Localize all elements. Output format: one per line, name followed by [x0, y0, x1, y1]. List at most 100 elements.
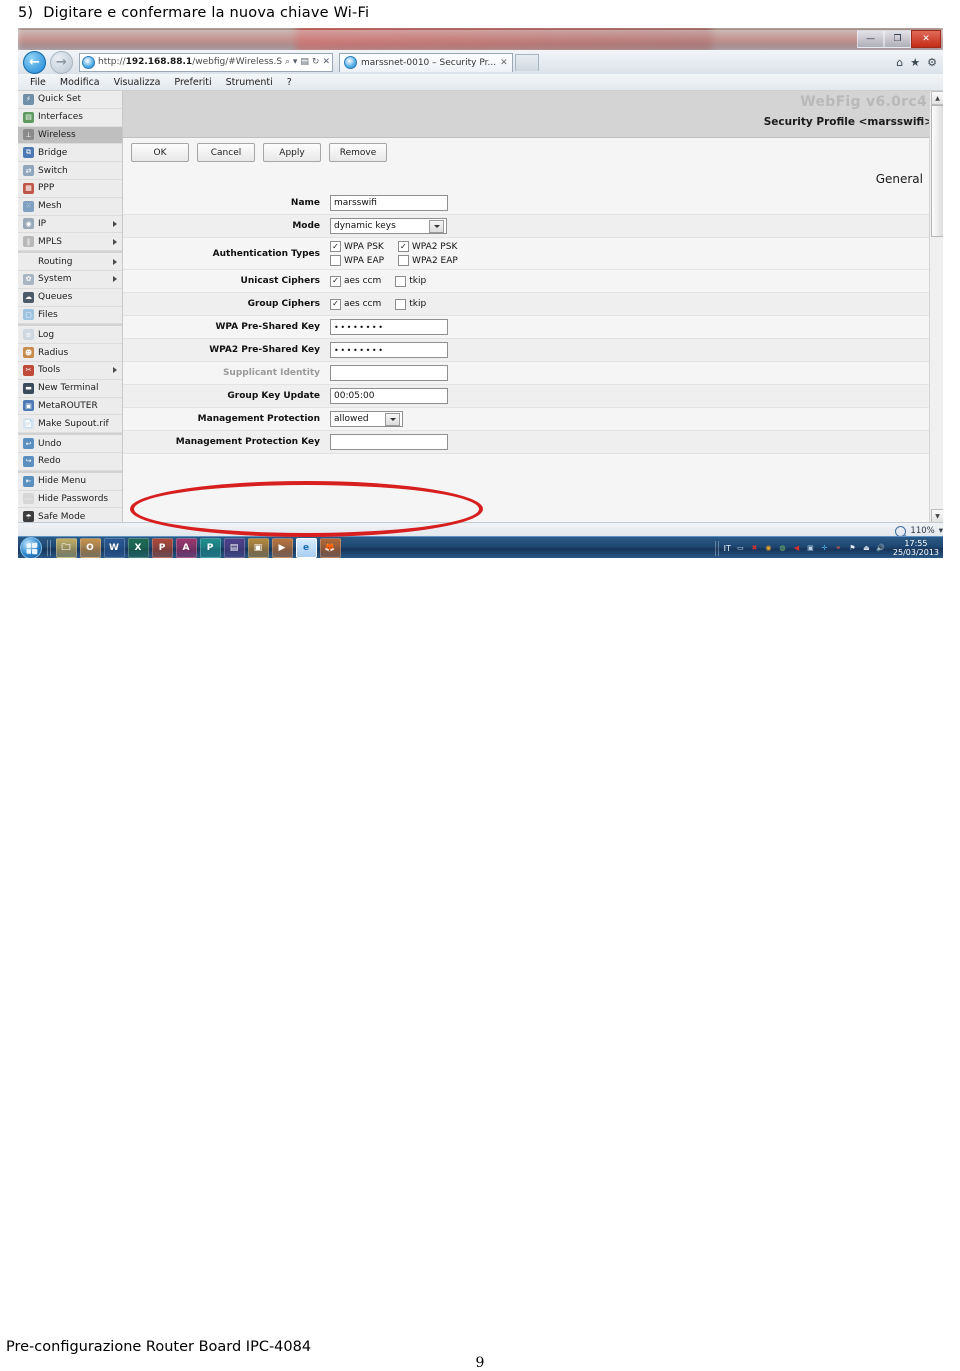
mode-select[interactable]: dynamic keys — [330, 218, 447, 234]
usb-tray-icon[interactable]: ⚭ — [833, 543, 844, 554]
publisher-taskbar-icon[interactable]: P — [199, 538, 221, 558]
maximize-button[interactable]: ❐ — [884, 30, 911, 48]
checkbox-icon[interactable]: ✓ — [330, 241, 341, 252]
checkbox-icon[interactable] — [395, 275, 407, 287]
powerpoint-taskbar-icon[interactable]: P — [151, 538, 173, 558]
menu-item-help[interactable]: ? — [287, 77, 292, 88]
sidebar-item-wireless[interactable]: ⊥ Wireless — [18, 126, 122, 145]
checkbox-group-aes-ccm[interactable]: ✓ aes ccm — [330, 298, 381, 310]
sidebar-item-mesh[interactable]: ⁙ Mesh — [18, 198, 122, 216]
refresh-icon[interactable]: ↻ — [312, 57, 320, 67]
sidebar-item-metarouter[interactable]: ▣ MetaROUTER — [18, 398, 122, 416]
checkbox-unicast-aes-ccm[interactable]: ✓ aes ccm — [330, 275, 381, 287]
winzip-taskbar-icon[interactable]: ▣ — [247, 538, 269, 558]
network-tray-icon[interactable]: ▭ — [735, 543, 746, 554]
chevron-right-icon[interactable] — [113, 238, 117, 245]
sidebar-item-queues[interactable]: ☁ Queues — [18, 289, 122, 307]
zoom-chevron-down-icon[interactable]: ▾ — [939, 526, 943, 536]
sidebar-item-quick-set[interactable]: ⚡ Quick Set — [18, 91, 122, 109]
zoom-level[interactable]: 110% — [910, 526, 934, 536]
checkbox-icon[interactable]: ✓ — [397, 241, 409, 252]
sidebar-item-system[interactable]: ✿ System — [18, 271, 122, 289]
tab-general[interactable]: General — [876, 172, 923, 186]
explorer-taskbar-icon[interactable]: 🗀 — [55, 538, 77, 558]
sidebar-item-files[interactable]: ▢ Files — [18, 307, 122, 325]
language-indicator[interactable]: IT — [724, 544, 731, 553]
sidebar-item-new-terminal[interactable]: ▬ New Terminal — [18, 380, 122, 398]
checkbox-wpa-psk[interactable]: ✓ WPA PSK — [330, 241, 384, 252]
browser-tab[interactable]: marssnet-0010 – Security Pr... ✕ — [339, 52, 513, 72]
sidebar-item-redo[interactable]: ↪ Redo — [18, 453, 122, 471]
sidebar-item-undo[interactable]: ↩ Undo — [18, 433, 122, 453]
name-input[interactable]: marsswifi — [330, 195, 448, 211]
page-scrollbar[interactable]: ▲ ▼ — [929, 91, 943, 523]
chevron-down-icon[interactable]: ▾ — [293, 57, 298, 67]
gear-icon[interactable]: ⚙ — [927, 56, 937, 69]
minimize-button[interactable]: — — [857, 30, 884, 48]
sidebar-item-radius[interactable]: ☻ Radius — [18, 344, 122, 362]
checkbox-icon[interactable]: ✓ — [330, 298, 341, 310]
group-key-update-input[interactable]: 00:05:00 — [330, 388, 448, 404]
chevron-right-icon[interactable] — [113, 276, 117, 283]
chevron-right-icon[interactable] — [113, 367, 117, 374]
sidebar-item-ip[interactable]: ◉ IP — [18, 216, 122, 234]
sidebar-item-routing[interactable]: Routing — [18, 251, 122, 271]
access-taskbar-icon[interactable]: A — [175, 538, 197, 558]
display-tray-icon[interactable]: ▣ — [805, 543, 816, 554]
firefox-taskbar-icon[interactable]: 🦊 — [319, 538, 341, 558]
scrollbar-thumb[interactable] — [931, 105, 943, 237]
checkbox-unicast-tkip[interactable]: tkip — [395, 275, 426, 287]
cancel-button[interactable]: Cancel — [197, 143, 255, 162]
safely-remove-tray-icon[interactable]: ⏏ — [861, 543, 872, 554]
close-button[interactable]: ✕ — [911, 30, 941, 48]
checkbox-icon[interactable] — [330, 255, 341, 266]
volume-tray-icon[interactable]: 🔊 — [875, 543, 886, 554]
bluetooth-tray-icon[interactable]: ✛ — [819, 543, 830, 554]
chevron-down-icon[interactable] — [429, 219, 444, 233]
sidebar-item-bridge[interactable]: ⧉ Bridge — [18, 144, 122, 163]
antivirus-tray-icon[interactable]: ✖ — [749, 543, 760, 554]
winrar-taskbar-icon[interactable]: ▤ — [223, 538, 245, 558]
stop-icon[interactable]: ✕ — [322, 57, 330, 67]
start-button[interactable] — [20, 537, 42, 558]
sidebar-item-log[interactable]: ≡ Log — [18, 324, 122, 345]
sidebar-item-make-supout-rif[interactable]: 📄 Make Supout.rif — [18, 415, 122, 434]
sidebar-item-mpls[interactable]: ∥ MPLS — [18, 233, 122, 252]
sidebar-item-switch[interactable]: ⇄ Switch — [18, 162, 122, 180]
checkbox-icon[interactable] — [395, 298, 407, 310]
word-taskbar-icon[interactable]: W — [103, 538, 125, 558]
sidebar-item-hide-passwords[interactable]: ⋯ Hide Passwords — [18, 491, 122, 509]
tab-close-icon[interactable]: ✕ — [500, 58, 508, 68]
compatibility-view-icon[interactable]: ▤ — [300, 57, 309, 67]
checkbox-icon[interactable]: ✓ — [330, 275, 341, 287]
sound-alert-tray-icon[interactable]: ◀ — [791, 543, 802, 554]
sidebar-item-ppp[interactable]: ▦ PPP — [18, 180, 122, 198]
management-protection-select[interactable]: allowed — [330, 411, 403, 427]
flag-tray-icon[interactable]: ⚑ — [847, 543, 858, 554]
address-bar[interactable]: http://192.168.88.1/webfig/#Wireless.Sec… — [79, 52, 333, 72]
management-protection-key-input[interactable] — [330, 434, 448, 450]
forward-arrow-icon[interactable]: → — [50, 50, 73, 74]
scroll-down-arrow-icon[interactable]: ▼ — [931, 509, 943, 523]
menu-item-file[interactable]: File — [30, 77, 46, 88]
update-tray-icon[interactable]: ◉ — [763, 543, 774, 554]
checkbox-icon[interactable] — [398, 255, 410, 266]
tray-grip-handle[interactable] — [714, 540, 720, 556]
home-icon[interactable]: ⌂ — [896, 56, 903, 69]
sidebar-item-hide-menu[interactable]: ⇤ Hide Menu — [18, 470, 122, 491]
wpa2-pre-shared-key-input[interactable]: •••••••• — [330, 342, 448, 358]
remove-button[interactable]: Remove — [329, 143, 387, 162]
search-icon[interactable]: ⌕ — [285, 57, 290, 67]
new-tab-button[interactable] — [514, 53, 539, 71]
chevron-right-icon[interactable] — [113, 258, 117, 265]
sidebar-item-interfaces[interactable]: ▤ Interfaces — [18, 109, 122, 127]
menu-item-preferiti[interactable]: Preferiti — [174, 77, 211, 88]
media-player-taskbar-icon[interactable]: ▶ — [271, 538, 293, 558]
menu-item-strumenti[interactable]: Strumenti — [226, 77, 273, 88]
back-arrow-icon[interactable]: ← — [23, 50, 46, 74]
chevron-down-icon[interactable] — [385, 412, 400, 426]
apply-button[interactable]: Apply — [263, 143, 321, 162]
checkbox-wpa-eap[interactable]: WPA EAP — [330, 255, 384, 266]
sidebar-item-tools[interactable]: ✂ Tools — [18, 362, 122, 380]
checkbox-wpa2-psk[interactable]: ✓ WPA2 PSK — [397, 241, 457, 252]
